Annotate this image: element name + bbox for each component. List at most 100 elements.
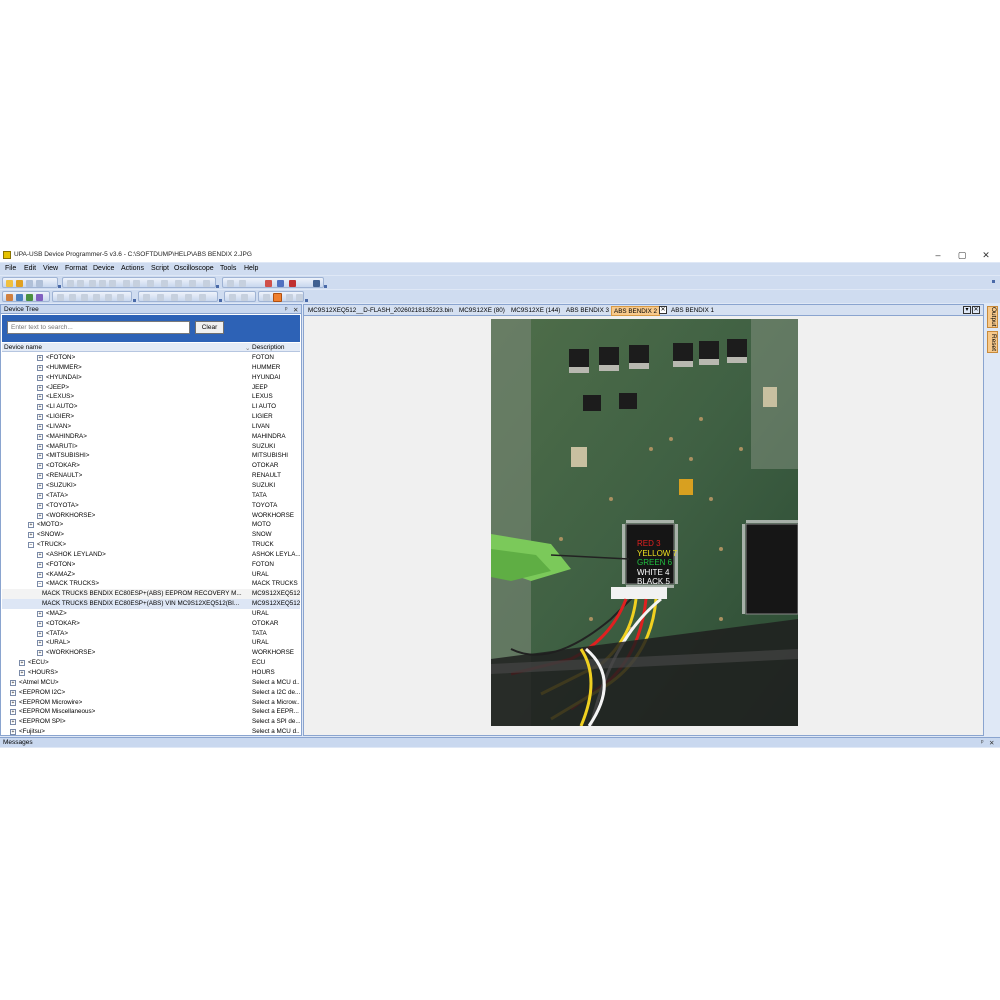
expand-icon[interactable]: +: [28, 532, 34, 539]
expand-icon[interactable]: +: [37, 355, 43, 361]
cut-icon[interactable]: [89, 280, 96, 287]
compare-icon[interactable]: [175, 280, 182, 287]
expand-icon[interactable]: +: [37, 384, 43, 391]
zoom-in-icon[interactable]: [143, 294, 150, 301]
save-all-icon[interactable]: [36, 280, 43, 287]
tab-close-icon[interactable]: ✕: [659, 306, 667, 314]
wrench-icon[interactable]: [6, 294, 13, 301]
highlight-icon[interactable]: [273, 293, 282, 302]
expand-icon[interactable]: +: [37, 423, 43, 430]
run-icon[interactable]: [229, 294, 236, 301]
toolbar-grip[interactable]: [216, 285, 219, 288]
trigger-icon[interactable]: [296, 294, 303, 301]
expand-icon[interactable]: +: [10, 679, 16, 686]
tree-folder-item[interactable]: + <JEEP> JEEP: [2, 383, 300, 393]
toolbar-grip[interactable]: [219, 299, 222, 302]
new-file-icon[interactable]: [6, 280, 13, 287]
messages-pin-icon[interactable]: ᵖ: [981, 739, 983, 746]
menu-file[interactable]: File: [5, 265, 16, 272]
expand-icon[interactable]: +: [37, 610, 43, 617]
expand-icon[interactable]: +: [10, 719, 16, 726]
toolbar-grip[interactable]: [324, 285, 327, 288]
menu-help[interactable]: Help: [244, 265, 258, 272]
tree-folder-item[interactable]: + <WORKHORSE> WORKHORSE: [2, 511, 300, 521]
expand-icon[interactable]: +: [37, 640, 43, 647]
checksum-icon[interactable]: [189, 280, 196, 287]
expand-icon[interactable]: +: [37, 512, 43, 519]
tree-folder-item[interactable]: + <MITSUBISHI> MITSUBISHI: [2, 451, 300, 461]
tab-flash-bin[interactable]: MC9S12XEQ512__D-FLASH_20260218135223.bin: [306, 306, 455, 316]
tree-folder-item[interactable]: + <TATA> TATA: [2, 629, 300, 639]
fill-icon[interactable]: [203, 280, 210, 287]
scope-icon[interactable]: [263, 294, 270, 301]
expand-icon[interactable]: +: [10, 689, 16, 696]
open-folder-icon[interactable]: [16, 280, 23, 287]
expand-icon[interactable]: +: [37, 404, 43, 411]
expand-icon[interactable]: +: [37, 433, 43, 440]
copy-icon[interactable]: [99, 280, 106, 287]
expand-icon[interactable]: +: [37, 620, 43, 627]
tab-mc9s12xe-144[interactable]: MC9S12XE (144): [509, 306, 562, 316]
tree-folder-item[interactable]: + <FOTON> FOTON: [2, 560, 300, 570]
toolbar-grip[interactable]: [992, 280, 995, 283]
expand-icon[interactable]: +: [37, 394, 43, 401]
tree-folder-item[interactable]: + <Fujitsu> Select a MCU d...: [2, 727, 300, 735]
messages-close-icon[interactable]: ✕: [989, 739, 994, 747]
maximize-button[interactable]: ▢: [952, 249, 972, 261]
tree-device-item[interactable]: MACK TRUCKS BENDIX EC80ESP+(ABS) VIN MC9…: [2, 599, 300, 609]
expand-icon[interactable]: +: [37, 650, 43, 657]
probe-icon[interactable]: [16, 294, 23, 301]
close-document-icon[interactable]: ✕: [972, 306, 980, 314]
tree-folder-item[interactable]: + <RENAULT> RENAULT: [2, 471, 300, 481]
tree-folder-item[interactable]: + <SUZUKI> SUZUKI: [2, 481, 300, 491]
collapse-icon[interactable]: −: [28, 542, 34, 549]
search-input[interactable]: [7, 321, 190, 334]
output-side-tab[interactable]: Output: [987, 306, 998, 328]
menu-device[interactable]: Device: [93, 265, 114, 272]
connect-icon[interactable]: [227, 280, 234, 287]
clear-button[interactable]: Clear: [195, 321, 224, 334]
tree-folder-item[interactable]: + <HUMMER> HUMMER: [2, 363, 300, 373]
tree-folder-item[interactable]: + <MOTO> MOTO: [2, 520, 300, 530]
expand-icon[interactable]: +: [37, 443, 43, 450]
disconnect-icon[interactable]: [239, 280, 246, 287]
undo-icon[interactable]: [67, 280, 74, 287]
italic-icon[interactable]: [69, 294, 76, 301]
expand-icon[interactable]: +: [37, 414, 43, 421]
align-left-icon[interactable]: [81, 294, 88, 301]
expand-icon[interactable]: +: [37, 551, 43, 558]
panel-close-icon[interactable]: ✕: [293, 306, 298, 314]
bold-icon[interactable]: [57, 294, 64, 301]
measure-icon[interactable]: [286, 294, 293, 301]
menu-script[interactable]: Script: [151, 265, 169, 272]
tab-mc9s12xe-80[interactable]: MC9S12XE (80): [457, 306, 507, 316]
tree-folder-item[interactable]: + <TOYOTA> TOYOTA: [2, 501, 300, 511]
expand-icon[interactable]: +: [19, 660, 25, 667]
expand-icon[interactable]: +: [37, 463, 43, 470]
tree-device-item[interactable]: MACK TRUCKS BENDIX EC80ESP+(ABS) EEPROM …: [2, 589, 300, 600]
tree-folder-item[interactable]: + <LI AUTO> LI AUTO: [2, 402, 300, 412]
tree-folder-item[interactable]: + <EEPROM I2C> Select a I2C de...: [2, 688, 300, 698]
minimize-button[interactable]: –: [928, 249, 948, 261]
expand-icon[interactable]: +: [37, 364, 43, 371]
list-icon[interactable]: [117, 294, 124, 301]
expand-icon[interactable]: +: [37, 561, 43, 568]
menu-edit[interactable]: Edit: [24, 265, 36, 272]
align-center-icon[interactable]: [93, 294, 100, 301]
tree-folder-item[interactable]: + <SNOW> SNOW: [2, 530, 300, 540]
tree-folder-item[interactable]: − <TRUCK> TRUCK: [2, 540, 300, 550]
tree-folder-item[interactable]: + <ASHOK LEYLAND> ASHOK LEYLA...: [2, 550, 300, 560]
expand-icon[interactable]: +: [10, 709, 16, 716]
bookmark-icon[interactable]: [161, 280, 168, 287]
tree-folder-item[interactable]: + <MAHINDRA> MAHINDRA: [2, 432, 300, 442]
align-right-icon[interactable]: [105, 294, 112, 301]
save-icon[interactable]: [26, 280, 33, 287]
expand-icon[interactable]: +: [37, 502, 43, 509]
grid-icon[interactable]: [185, 294, 192, 301]
fit-icon[interactable]: [171, 294, 178, 301]
goto-icon[interactable]: [147, 280, 154, 287]
reset-side-tab[interactable]: Reset: [987, 331, 998, 353]
tree-folder-item[interactable]: + <OTOKAR> OTOKAR: [2, 619, 300, 629]
arrows-icon[interactable]: [36, 294, 43, 301]
tree-folder-item[interactable]: + <EEPROM Microwire> Select a Microw...: [2, 698, 300, 708]
